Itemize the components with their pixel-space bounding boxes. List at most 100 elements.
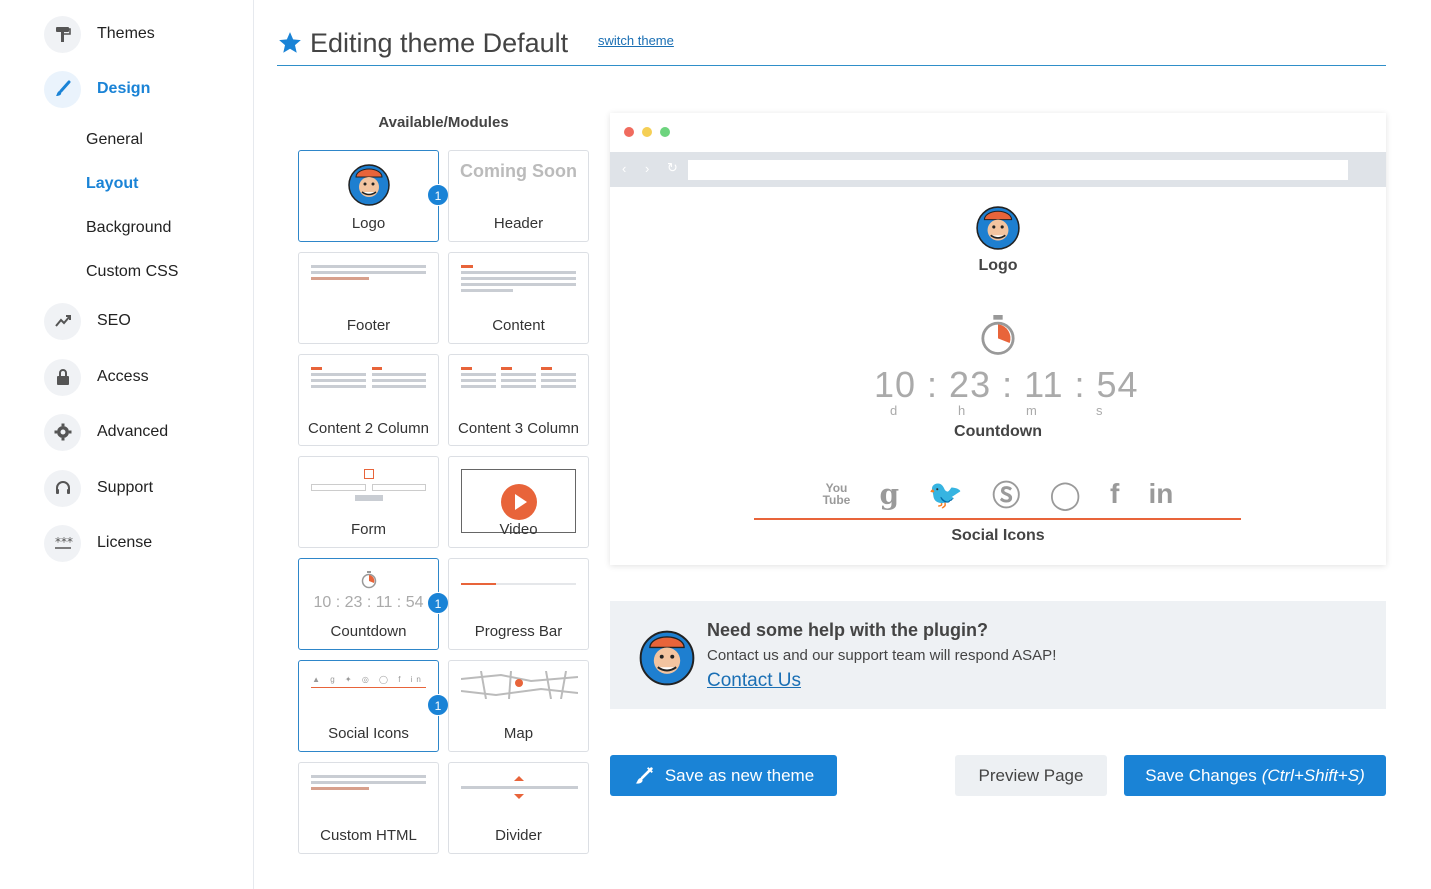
sidebar-item-advanced[interactable]: Advanced [44,412,168,452]
countdown-unit-days: d [890,403,898,418]
sidebar-item-themes[interactable]: Themes [44,14,155,54]
module-label: Logo [351,215,386,232]
brush-icon [44,70,81,108]
module-label: Video [499,521,538,538]
sidebar-item-access[interactable]: Access [44,357,149,397]
whatsapp-icon: ◯ [1049,478,1081,510]
theme-preview: ‹ › ↻ Logo 10 : 23 : 11 : 54 d h m s Cou… [610,113,1386,565]
save-as-new-theme-button[interactable]: Save as new theme [610,755,837,796]
play-icon [501,484,537,520]
module-social-icons[interactable]: ▲ g ✦ ◎ ◯ f in 1 Social Icons [298,660,449,752]
paint-roller-icon [635,766,653,784]
countdown-unit-hours: h [958,403,966,418]
module-countdown[interactable]: 10 : 23 : 11 : 54 1 Countdown [298,558,449,650]
page-header: Editing theme Default switch theme [277,24,1386,66]
facebook-icon: f [1109,478,1120,509]
lock-icon [44,358,81,396]
page-title: Editing theme Default [310,28,569,58]
gear-icon [44,413,81,451]
countdown-unit-seconds: s [1096,403,1103,418]
social-divider-line [754,518,1241,520]
module-count-badge: 1 [427,694,449,716]
module-thumbnail [311,469,426,501]
switch-theme-link[interactable]: switch theme [598,33,674,48]
save-shortcut-hint: (Ctrl+Shift+S) [1261,765,1365,785]
star-icon [279,32,301,53]
svg-text:***: *** [55,535,73,549]
module-thumbnail: ▲ g ✦ ◎ ◯ f in [312,675,425,684]
module-map[interactable]: Map [448,660,589,752]
module-content-2-column[interactable]: Content 2 Column [298,354,439,446]
module-label: Map [503,725,534,742]
help-box: Need some help with the plugin? Contact … [610,601,1386,709]
sidebar-item-seo[interactable]: SEO [44,301,131,341]
sidebar-item-license[interactable]: *** License [44,523,152,563]
module-content[interactable]: Content [448,252,589,344]
module-footer[interactable]: Footer [298,252,439,344]
module-header[interactable]: Coming Soon Header [448,150,589,242]
sidebar-item-label: Access [97,368,149,385]
divider-thumbnail-icon [461,776,578,799]
module-thumbnail [311,367,426,397]
preview-social-label: Social Icons [951,527,1045,544]
sidebar-sub-background[interactable]: Background [86,219,171,237]
module-label: Header [493,215,544,232]
module-divider[interactable]: Divider [448,762,589,854]
contact-us-link[interactable]: Contact Us [707,670,801,692]
module-progress-bar[interactable]: Progress Bar [448,558,589,650]
button-label: Preview Page [978,765,1084,785]
help-title: Need some help with the plugin? [707,620,989,640]
module-label: Divider [495,827,542,844]
modules-title: Available/Modules [378,114,509,131]
browser-url-bar: ‹ › ↻ [610,152,1386,187]
sidebar-item-label: SEO [97,312,131,329]
twitter-icon: 🐦 [928,478,964,510]
module-form[interactable]: Form [298,456,439,548]
module-video[interactable]: Video [448,456,589,548]
button-label: Save as new theme [664,765,815,785]
help-text: Contact us and our support team will res… [707,647,1057,664]
sidebar-item-design[interactable]: Design [44,69,150,109]
module-content-3-column[interactable]: Content 3 Column [448,354,589,446]
social-icons-row: You Tube g 🐦 Ⓢ ◯ f in [808,477,1188,512]
module-label: Footer [346,317,391,334]
module-label: Content 3 Column [458,420,579,437]
sidebar-sub-general[interactable]: General [86,131,143,149]
back-icon: ‹ [622,161,627,176]
reload-icon: ↻ [667,160,678,175]
skype-icon: Ⓢ [992,480,1021,511]
module-thumbnail [461,367,576,397]
module-thumbnail [461,265,576,295]
headset-icon [44,469,81,507]
module-thumbnail [311,265,426,295]
save-changes-button[interactable]: Save Changes (Ctrl+Shift+S) [1124,755,1386,796]
sidebar-sub-layout[interactable]: Layout [86,175,138,193]
module-count-badge: 1 [427,592,449,614]
module-thumbnail [311,775,426,805]
sidebar-item-support[interactable]: Support [44,468,153,508]
stopwatch-icon [981,315,1015,355]
preview-countdown-label: Countdown [954,423,1042,440]
module-label: Content [492,317,545,334]
paint-roller-icon [44,15,81,53]
sidebar-item-label: Support [97,479,154,496]
module-logo[interactable]: 1 Logo [298,150,449,242]
mascot-logo-icon [976,206,1020,250]
sidebar-sub-custom-css[interactable]: Custom CSS [86,263,178,281]
forward-icon: › [645,161,650,176]
button-label: Save Changes [1145,765,1257,785]
mascot-logo-icon [348,164,390,206]
preview-page-button[interactable]: Preview Page [955,755,1107,796]
module-custom-html[interactable]: Custom HTML [298,762,439,854]
preview-logo-label: Logo [978,257,1018,274]
google-icon: g [879,477,900,511]
module-label: Content 2 Column [308,420,429,437]
window-close-dot [624,127,634,137]
window-maximize-dot [660,127,670,137]
module-thumbnail [461,583,576,585]
sidebar-item-label: Advanced [97,423,169,440]
password-dots-icon: *** [44,524,81,562]
module-count-badge: 1 [427,184,449,206]
mascot-support-icon [639,630,695,686]
sidebar-item-label: Themes [97,25,155,42]
